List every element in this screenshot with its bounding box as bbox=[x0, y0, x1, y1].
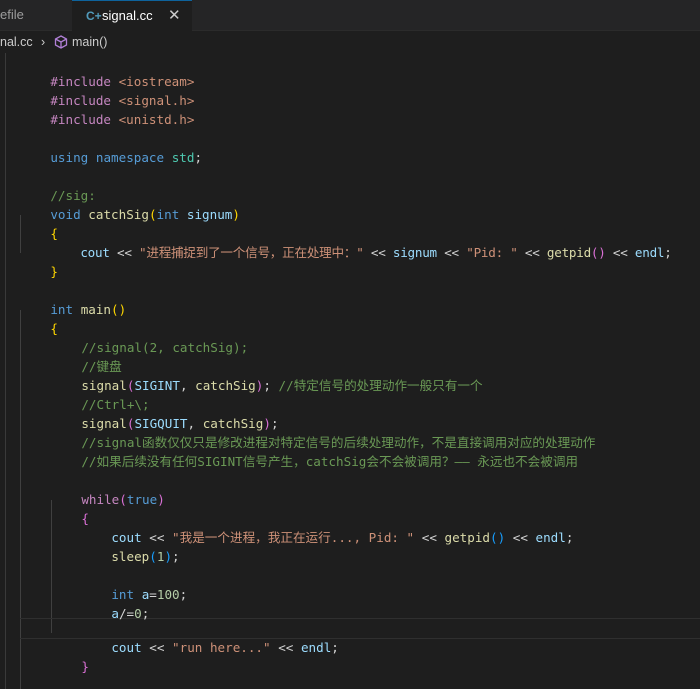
code-line: cout << "run here..." << endl; bbox=[111, 640, 339, 655]
code-line: //Ctrl+\; bbox=[81, 397, 150, 412]
method-cube-icon bbox=[54, 35, 68, 49]
breadcrumb-symbol[interactable]: main() bbox=[72, 31, 107, 53]
breadcrumb: nal.cc › main() bbox=[0, 31, 700, 53]
code-line: int a=100; bbox=[111, 587, 188, 602]
code-line: #include <iostream> bbox=[50, 74, 195, 89]
code-line: { bbox=[81, 511, 89, 526]
code-line: while(true) bbox=[81, 492, 165, 507]
code-line: sleep(1); bbox=[111, 549, 180, 564]
code-editor[interactable]: #include <iostream> #include <signal.h> … bbox=[0, 53, 700, 689]
code-line: int main() bbox=[50, 302, 127, 317]
code-line: #include <unistd.h> bbox=[50, 112, 195, 127]
code-line: return 0; bbox=[51, 676, 150, 689]
code-line: { bbox=[50, 321, 58, 336]
tab-label: signal.cc bbox=[102, 8, 153, 23]
code-line: //如果后续没有任何SIGINT信号产生，catchSig会不会被调用？—— 永… bbox=[81, 454, 579, 469]
code-line: void catchSig(int signum) bbox=[50, 207, 240, 222]
cpp-file-icon: C+ bbox=[86, 9, 102, 23]
code-line: //signal(2, catchSig); bbox=[81, 340, 249, 355]
breadcrumb-file[interactable]: nal.cc bbox=[0, 31, 33, 53]
code-line: cout << "进程捕捉到了一个信号，正在处理中：" << signum <<… bbox=[80, 245, 672, 260]
code-line: //键盘 bbox=[81, 359, 122, 374]
code-line: { bbox=[50, 226, 58, 241]
code-line: signal(SIGINT, catchSig); //特定信号的处理动作一般只… bbox=[81, 378, 483, 393]
code-line: #include <signal.h> bbox=[50, 93, 195, 108]
close-icon[interactable]: ✕ bbox=[168, 1, 181, 31]
breadcrumb-separator: › bbox=[41, 35, 46, 49]
editor-left-border bbox=[5, 53, 6, 689]
tab-signal-cc[interactable]: C+ signal.cc ✕ bbox=[72, 0, 192, 31]
code-line: using namespace std; bbox=[50, 150, 203, 165]
code-line: //sig: bbox=[50, 188, 96, 203]
code-line: cout << "我是一个进程，我正在运行..., Pid: " << getp… bbox=[111, 530, 574, 545]
code-line: } bbox=[81, 659, 89, 674]
tab-bar: efile C+ signal.cc ✕ bbox=[0, 0, 700, 31]
code-line: signal(SIGQUIT, catchSig); bbox=[81, 416, 279, 431]
tab-label: efile bbox=[0, 7, 24, 22]
tab-makefile[interactable]: efile bbox=[0, 0, 24, 30]
code-line: } bbox=[50, 264, 58, 279]
code-line: //signal函数仅仅只是修改进程对特定信号的后续处理动作，不是直接调用对应的… bbox=[81, 435, 596, 450]
code-line: a/=0; bbox=[111, 606, 150, 621]
